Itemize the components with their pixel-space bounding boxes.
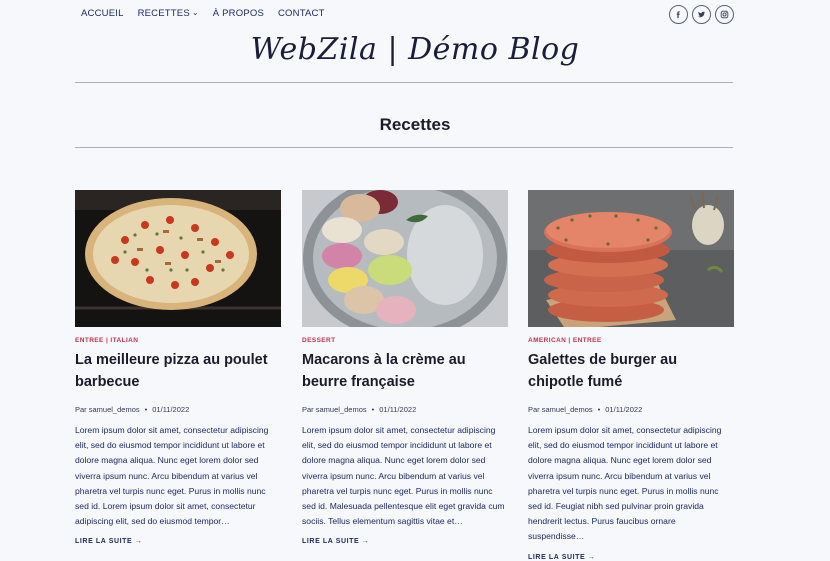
post-card: DESSERT Macarons à la crème au beurre fr… xyxy=(302,190,508,545)
post-card: ENTREE | ITALIAN La meilleure pizza au p… xyxy=(75,190,281,545)
post-excerpt: Lorem ipsum dolor sit amet, consectetur … xyxy=(528,425,722,542)
facebook-link[interactable] xyxy=(669,5,688,24)
post-date: 01/11/2022 xyxy=(379,405,417,415)
post-meta: Par samuel_demos • 01/11/2022 xyxy=(528,405,643,415)
post-date: 01/11/2022 xyxy=(152,405,190,415)
facebook-icon xyxy=(676,11,680,19)
post-category[interactable]: AMERICAN | ENTREE xyxy=(528,337,734,344)
chevron-down-icon: ⌄ xyxy=(191,8,199,17)
nav-contact[interactable]: CONTACT xyxy=(278,8,325,19)
nav-a-propos[interactable]: À PROPOS xyxy=(213,8,264,19)
post-thumbnail-pizza[interactable] xyxy=(75,190,281,327)
instagram-link[interactable] xyxy=(715,5,734,24)
page-title: Recettes xyxy=(379,115,451,135)
post-category[interactable]: DESSERT xyxy=(302,337,508,344)
post-author[interactable]: Par samuel_demos xyxy=(528,405,593,414)
read-more-link[interactable]: LIRE LA SUITE → xyxy=(75,538,281,545)
post-excerpt: Lorem ipsum dolor sit amet, consectetur … xyxy=(75,425,269,527)
nav-recettes-label: RECETTES xyxy=(137,8,190,19)
post-date: 01/11/2022 xyxy=(605,405,643,415)
main-nav: ACCUEIL RECETTES ⌄ À PROPOS CONTACT xyxy=(81,8,325,19)
social-links xyxy=(669,5,734,24)
nav-recettes[interactable]: RECETTES ⌄ xyxy=(138,8,199,19)
twitter-icon xyxy=(697,11,706,18)
site-title[interactable]: WebZila | Démo Blog xyxy=(0,32,830,67)
post-meta: Par samuel_demos • 01/11/2022 xyxy=(75,405,190,415)
post-title[interactable]: La meilleure pizza au poulet barbecue xyxy=(75,349,281,393)
twitter-link[interactable] xyxy=(692,5,711,24)
read-more-link[interactable]: LIRE LA SUITE → xyxy=(302,538,508,545)
post-category[interactable]: ENTREE | ITALIAN xyxy=(75,337,281,344)
instagram-icon xyxy=(720,10,729,19)
nav-accueil[interactable]: ACCUEIL xyxy=(81,8,124,19)
header-divider xyxy=(75,82,733,83)
post-author[interactable]: Par samuel_demos xyxy=(75,405,140,414)
post-card: AMERICAN | ENTREE Galettes de burger au … xyxy=(528,190,734,561)
post-thumbnail-burger-patties[interactable] xyxy=(528,190,734,327)
post-excerpt: Lorem ipsum dolor sit amet, consectetur … xyxy=(302,425,505,527)
read-more-link[interactable]: LIRE LA SUITE → xyxy=(528,554,734,561)
post-title[interactable]: Macarons à la crème au beurre française xyxy=(302,349,508,393)
post-author[interactable]: Par samuel_demos xyxy=(302,405,367,414)
title-divider xyxy=(75,147,733,148)
post-thumbnail-macarons[interactable] xyxy=(302,190,508,327)
post-title[interactable]: Galettes de burger au chipotle fumé xyxy=(528,349,734,393)
post-meta: Par samuel_demos • 01/11/2022 xyxy=(302,405,417,415)
